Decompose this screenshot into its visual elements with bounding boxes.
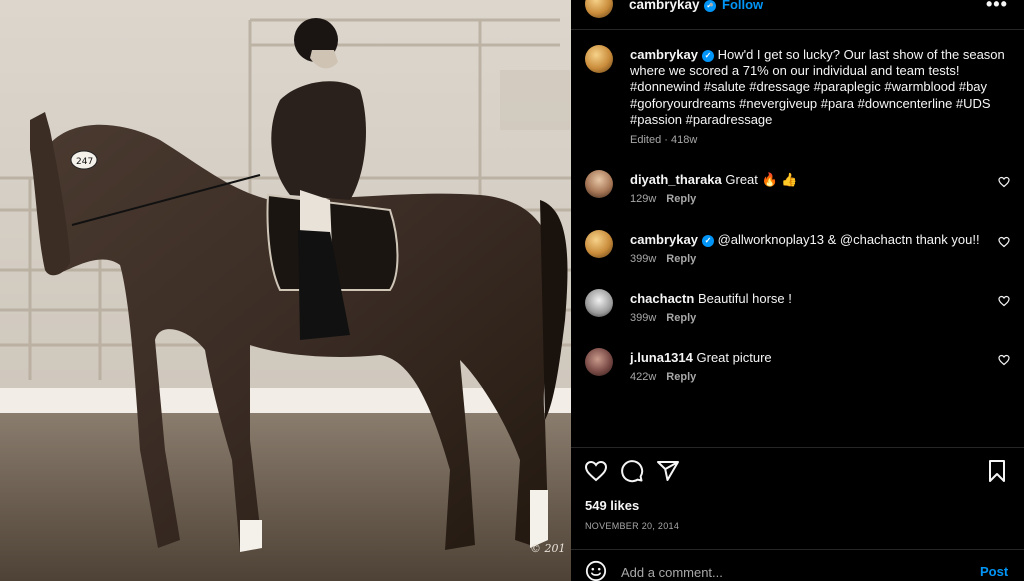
header-divider — [571, 29, 1024, 30]
commenter-username[interactable]: cambrykay — [630, 232, 698, 247]
caption-username[interactable]: cambrykay — [630, 47, 698, 62]
reply-button[interactable]: Reply — [666, 371, 696, 383]
svg-text:247: 247 — [76, 157, 93, 167]
comment-line: cambrykay ✓ @allworknoplay13 & @chachactn… — [630, 232, 980, 247]
comment-meta: 422w Reply — [630, 371, 696, 383]
post-details-panel: cambrykay ✓ • Follow ••• cambrykay ✓ How'd… — [571, 0, 1024, 581]
horse-rider-photo: 247 — [0, 0, 571, 581]
verified-badge-icon: ✓ — [701, 50, 714, 62]
commenter-avatar[interactable] — [585, 230, 613, 258]
commenter-username[interactable]: chachactn — [630, 291, 694, 306]
small-heart-icon[interactable] — [998, 236, 1010, 248]
comment-item: cambrykay ✓ @allworknoplay13 & @chachactn… — [585, 230, 1010, 286]
comment-text: Great picture — [696, 350, 772, 365]
action-bar — [571, 459, 1024, 485]
comment-icon[interactable] — [620, 459, 644, 483]
separator-dot: • — [709, 0, 714, 12]
actions-divider — [571, 447, 1024, 448]
comment-text: Great 🔥 👍 — [725, 172, 798, 187]
photo-watermark: © 201 — [530, 542, 566, 555]
comment-age: 129w — [630, 193, 657, 205]
small-heart-icon[interactable] — [998, 176, 1010, 188]
commenter-avatar[interactable] — [585, 170, 613, 198]
post-photo[interactable]: 247 © 201 — [0, 0, 571, 581]
post-header: cambrykay ✓ • Follow ••• — [571, 0, 1024, 18]
comment-age: 399w — [630, 312, 657, 324]
comment-text: Beautiful horse ! — [697, 291, 792, 306]
heart-icon[interactable] — [584, 459, 608, 483]
small-heart-icon[interactable] — [998, 295, 1010, 307]
commenter-username[interactable]: j.luna1314 — [630, 350, 693, 365]
author-username-text[interactable]: cambrykay — [629, 0, 700, 12]
caption-avatar[interactable] — [585, 45, 613, 73]
caption-meta: Edited · 418w — [630, 134, 698, 146]
comment-line: j.luna1314 Great picture — [630, 350, 772, 365]
comment-line: chachactn Beautiful horse ! — [630, 291, 792, 306]
reply-button[interactable]: Reply — [666, 193, 696, 205]
comment-age: 422w — [630, 371, 657, 383]
post-date: NOVEMBER 20, 2014 — [585, 521, 680, 531]
comment-item: diyath_tharaka Great 🔥 👍 129w Reply — [585, 170, 1010, 226]
comment-meta: 399w Reply — [630, 253, 696, 265]
comment-item: chachactn Beautiful horse ! 399w Reply — [585, 289, 1010, 345]
likes-count[interactable]: 549 likes — [585, 498, 639, 513]
composer-divider — [571, 549, 1024, 550]
emoji-icon[interactable] — [585, 560, 607, 581]
small-heart-icon[interactable] — [998, 354, 1010, 366]
caption-text-block: cambrykay ✓ How'd I get so lucky? Our las… — [630, 47, 1010, 128]
more-options-icon[interactable]: ••• — [986, 0, 1008, 15]
comment-item: j.luna1314 Great picture 422w Reply — [585, 348, 1010, 404]
share-icon[interactable] — [656, 459, 680, 483]
comment-line: diyath_tharaka Great 🔥 👍 — [630, 172, 798, 188]
commenter-avatar[interactable] — [585, 289, 613, 317]
commenter-avatar[interactable] — [585, 348, 613, 376]
comment-input[interactable] — [621, 562, 961, 581]
comment-text: @allworknoplay13 & @chachactn thank you!… — [717, 232, 980, 247]
comment-meta: 129w Reply — [630, 193, 696, 205]
bookmark-icon[interactable] — [985, 459, 1009, 483]
comment-composer: Post — [571, 553, 1024, 581]
commenter-username[interactable]: diyath_tharaka — [630, 172, 722, 187]
reply-button[interactable]: Reply — [666, 312, 696, 324]
comment-age: 399w — [630, 253, 657, 265]
author-username[interactable]: cambrykay ✓ — [629, 0, 716, 12]
comment-meta: 399w Reply — [630, 312, 696, 324]
follow-button[interactable]: Follow — [722, 0, 763, 12]
author-avatar[interactable] — [585, 0, 613, 18]
verified-badge-icon: ✓ — [701, 235, 714, 247]
reply-button[interactable]: Reply — [666, 253, 696, 265]
post-comment-button[interactable]: Post — [980, 564, 1008, 579]
